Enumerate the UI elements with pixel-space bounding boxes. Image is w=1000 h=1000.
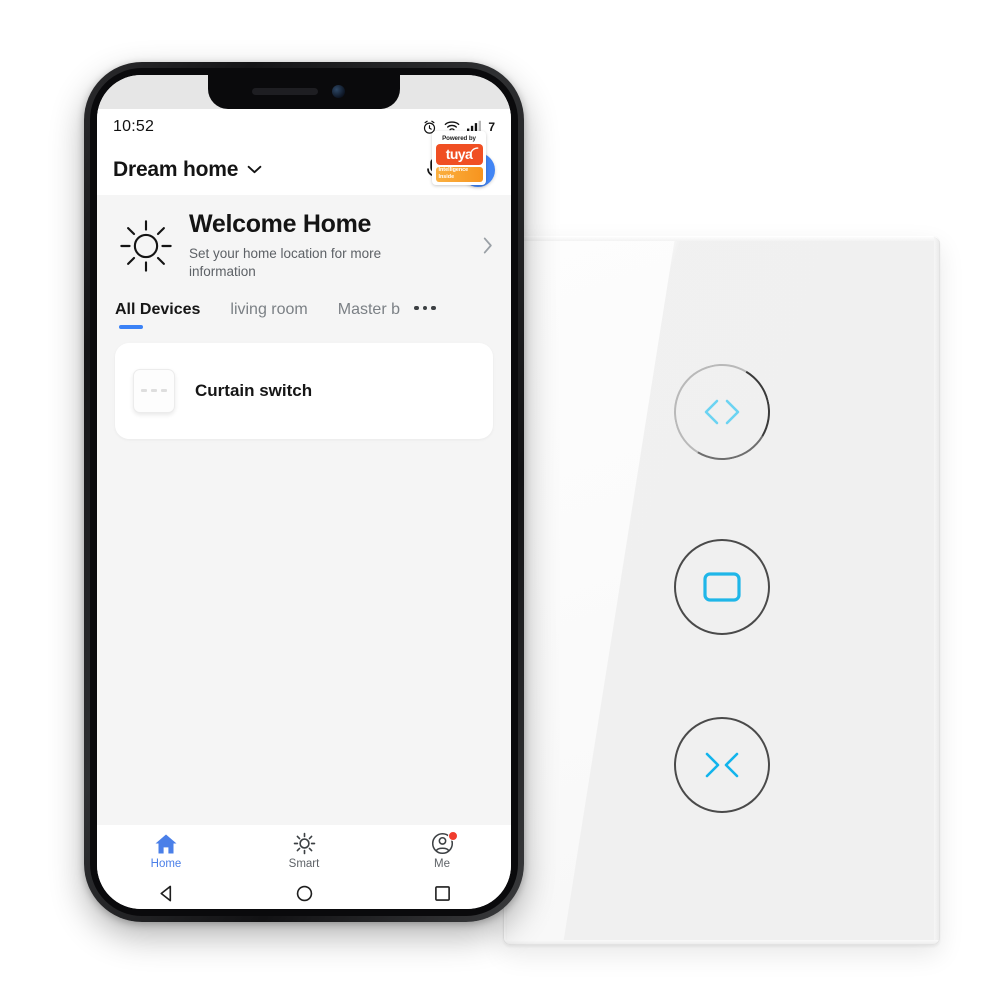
tuya-signal-icon: [469, 146, 478, 155]
panel-edge-right: [934, 236, 940, 945]
bottom-navigation: Home Smart Me: [97, 825, 511, 909]
nav-item-me-label: Me: [434, 857, 450, 870]
stop-square-icon: [702, 572, 741, 602]
more-dots-icon[interactable]: [414, 301, 436, 311]
welcome-text: Welcome Home Set your home location for …: [189, 210, 473, 281]
tuya-badge: Powered by tuya Intelligence Inside: [432, 131, 486, 185]
tab-living-room-label: living room: [230, 300, 308, 318]
recents-square-icon[interactable]: [373, 885, 511, 902]
switch-mark-3: [161, 389, 167, 393]
tab-all-devices-label: All Devices: [115, 300, 201, 318]
nav-item-home-label: Home: [150, 857, 182, 870]
tuya-brand-label: tuya: [445, 146, 473, 162]
account-icon: [431, 830, 458, 855]
switch-mark-1: [141, 389, 147, 393]
app-content: Welcome Home Set your home location for …: [97, 195, 511, 825]
status-bar-time: 10:52: [113, 118, 155, 135]
system-navigation-bar: [97, 877, 511, 909]
panel-edge-bottom: [503, 940, 940, 945]
tuya-powered-by-label: Powered by: [442, 134, 476, 142]
close-button[interactable]: [673, 717, 770, 813]
tab-all-devices[interactable]: All Devices: [115, 301, 200, 329]
notification-badge: [447, 830, 458, 841]
arrows-out-icon: [704, 399, 739, 425]
nav-item-smart-label: Smart: [288, 857, 320, 870]
tuya-logo: tuya: [435, 143, 483, 165]
home-circle-icon[interactable]: [235, 884, 373, 903]
dot-2: [422, 305, 427, 311]
nav-item-me[interactable]: Me: [373, 830, 511, 870]
sun-icon: [115, 215, 177, 277]
battery-icon: 7: [488, 120, 495, 134]
welcome-subtitle: Set your home location for more informat…: [189, 245, 382, 279]
welcome-home-card[interactable]: Welcome Home Set your home location for …: [97, 195, 511, 299]
nav-item-home[interactable]: Home: [97, 833, 235, 870]
phone-notch: [208, 75, 400, 109]
tab-master-b-label: Master b: [337, 300, 400, 318]
dot-1: [414, 305, 419, 311]
switch-mark-2: [151, 389, 157, 393]
sun-icon: [293, 832, 316, 855]
tuya-tagline-label: Intelligence Inside: [438, 167, 469, 180]
nav-item-smart[interactable]: Smart: [235, 832, 373, 870]
stop-button[interactable]: [673, 539, 770, 635]
tab-living-room[interactable]: living room: [230, 301, 307, 329]
phone-screen: 10:52 7 Dream home Welcome Home Set your…: [97, 75, 511, 909]
bottom-nav-row: Home Smart Me: [97, 825, 511, 877]
tab-master-b[interactable]: Master b: [338, 301, 400, 329]
room-tabs: All Devices living room Master b: [97, 299, 511, 329]
wall-switch-panel: [503, 236, 940, 945]
arrows-in-icon: [705, 752, 738, 778]
tab-active-underline: [119, 324, 143, 329]
earpiece-speaker: [252, 88, 318, 95]
home-icon: [154, 833, 178, 855]
device-card-curtain-switch[interactable]: Curtain switch: [115, 342, 493, 439]
panel-edge-top: [503, 236, 940, 241]
wall-switch-icon: [133, 368, 175, 413]
chevron-right-icon[interactable]: [473, 237, 493, 254]
welcome-title: Welcome Home: [189, 210, 372, 238]
home-name-label[interactable]: Dream home: [113, 158, 238, 182]
phone-device: 10:52 7 Dream home Welcome Home Set your…: [84, 62, 524, 922]
screenshot-stage: 10:52 7 Dream home Welcome Home Set your…: [0, 0, 1000, 1000]
chevron-down-icon[interactable]: [247, 161, 262, 179]
dot-3: [431, 305, 436, 311]
back-triangle-icon[interactable]: [97, 884, 235, 903]
open-button[interactable]: [663, 353, 780, 471]
front-camera: [332, 85, 345, 98]
device-name-label: Curtain switch: [195, 380, 313, 400]
tuya-tagline: Intelligence Inside: [435, 166, 483, 182]
